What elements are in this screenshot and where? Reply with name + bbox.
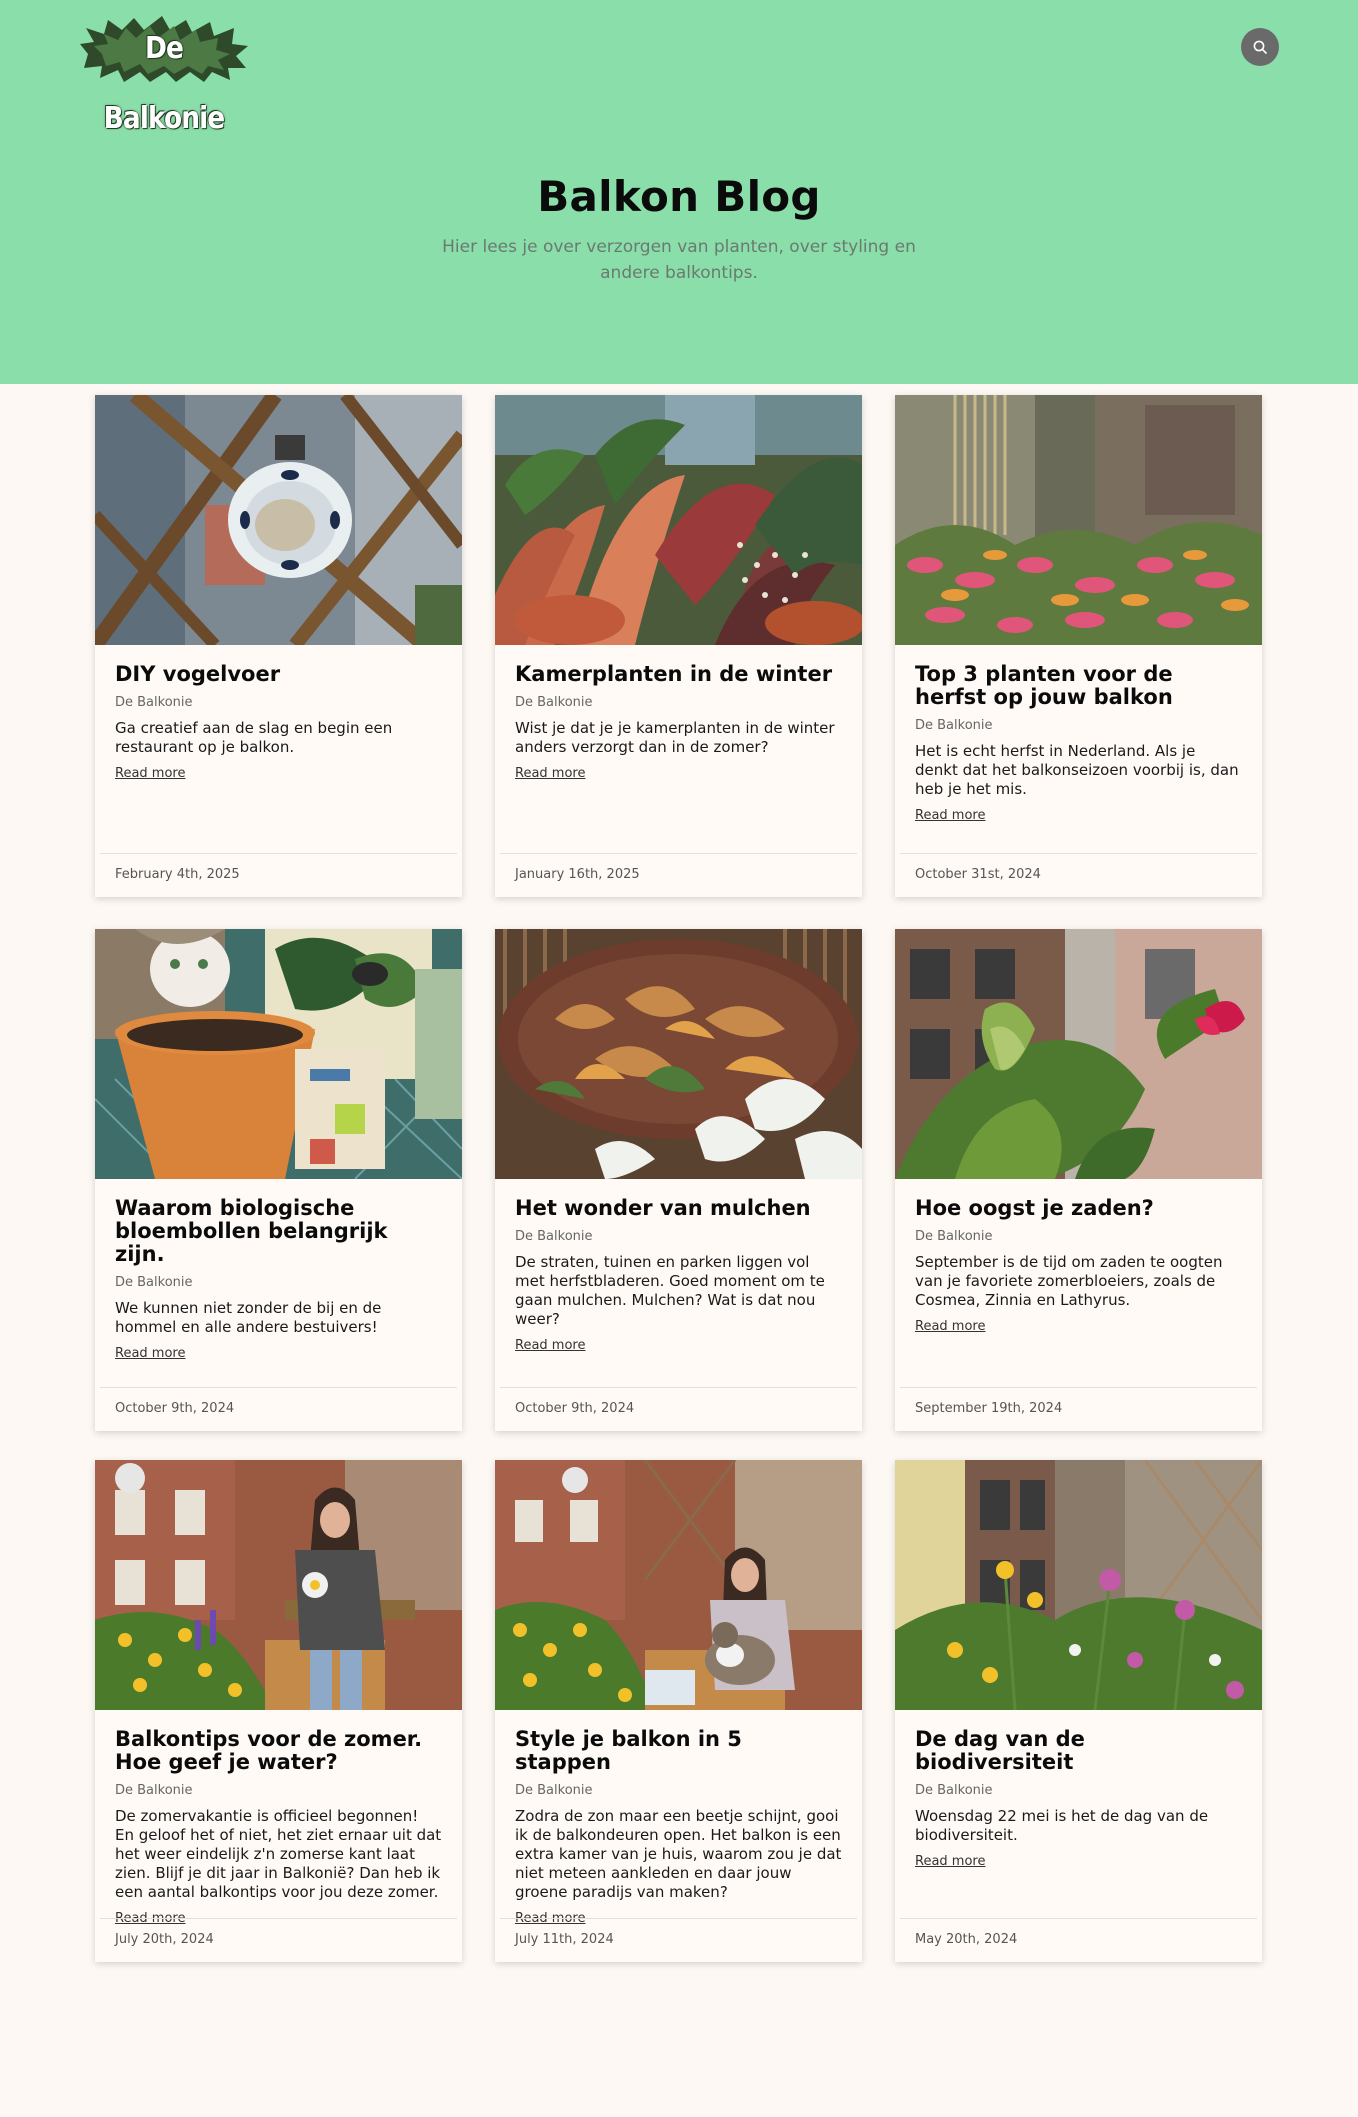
hero-banner: De Balkonie Balkon Blog Hier lees je ove… [0,0,1358,384]
post-title[interactable]: Style je balkon in 5 stappen [515,1728,842,1774]
post-title[interactable]: Het wonder van mulchen [515,1197,842,1220]
flower-bulbs-photo [95,929,462,1179]
post-image[interactable] [895,1460,1262,1710]
balcony-with-cat-photo [495,1460,862,1710]
post-date: October 9th, 2024 [115,1401,235,1416]
post-excerpt: Wist je dat je je kamerplanten in de win… [515,719,835,756]
search-button[interactable] [1241,28,1279,66]
autumn-plants-photo [895,395,1262,645]
post-title[interactable]: Waarom biologische bloembollen belangrij… [115,1197,442,1266]
card-footer: October 9th, 2024 [100,1387,457,1431]
post-title[interactable]: De dag van de biodiversiteit [915,1728,1242,1774]
post-excerpt: September is de tijd om zaden te oogten … [915,1253,1223,1309]
post-image[interactable] [495,1460,862,1710]
read-more-link[interactable]: Read more [915,1854,985,1869]
post-date: February 4th, 2025 [115,867,240,882]
read-more-link[interactable]: Read more [915,1319,985,1334]
blog-card[interactable]: Top 3 planten voor de herfst op jouw bal… [895,395,1262,897]
post-date: July 20th, 2024 [115,1932,214,1947]
blog-card[interactable]: De dag van de biodiversiteit De Balkonie… [895,1460,1262,1962]
wildflowers-photo [895,1460,1262,1710]
post-title[interactable]: Balkontips voor de zomer. Hoe geef je wa… [115,1728,442,1774]
card-body: Kamerplanten in de winter De Balkonie Wi… [515,663,842,782]
read-more-link[interactable]: Read more [515,766,585,781]
page-title: Balkon Blog [537,172,821,221]
post-date: May 20th, 2024 [915,1932,1018,1947]
card-body: Het wonder van mulchen De Balkonie De st… [515,1197,842,1354]
post-author: De Balkonie [515,695,593,710]
post-image[interactable] [95,929,462,1179]
blog-card[interactable]: Style je balkon in 5 stappen De Balkonie… [495,1460,862,1962]
houseplants-photo [495,395,862,645]
blog-card[interactable]: Waarom biologische bloembollen belangrij… [95,929,462,1431]
card-footer: January 16th, 2025 [500,853,857,897]
card-footer: February 4th, 2025 [100,853,457,897]
logo-text: De Balkonie [103,31,226,136]
post-image[interactable] [95,395,462,645]
page-subtitle: Hier lees je over verzorgen van planten,… [442,237,916,283]
card-body: Style je balkon in 5 stappen De Balkonie… [515,1728,842,1927]
watering-balcony-photo [95,1460,462,1710]
post-image[interactable] [495,395,862,645]
post-author: De Balkonie [515,1229,593,1244]
post-title[interactable]: Hoe oogst je zaden? [915,1197,1242,1220]
blog-card[interactable]: Kamerplanten in de winter De Balkonie Wi… [495,395,862,897]
card-body: Balkontips voor de zomer. Hoe geef je wa… [115,1728,442,1927]
post-image[interactable] [895,929,1262,1179]
search-icon [1253,40,1267,54]
post-date: September 19th, 2024 [915,1401,1063,1416]
card-footer: May 20th, 2024 [900,1918,1257,1962]
card-body: DIY vogelvoer De Balkonie Ga creatief aa… [115,663,442,782]
post-excerpt: De zomervakantie is officieel begonnen! … [115,1807,442,1901]
post-image[interactable] [895,395,1262,645]
post-author: De Balkonie [115,1783,193,1798]
post-author: De Balkonie [115,1275,193,1290]
post-author: De Balkonie [515,1783,593,1798]
card-footer: July 11th, 2024 [500,1918,857,1962]
card-footer: October 31st, 2024 [900,853,1257,897]
card-body: De dag van de biodiversiteit De Balkonie… [915,1728,1242,1870]
post-image[interactable] [495,929,862,1179]
post-excerpt: Woensdag 22 mei is het de dag van de bio… [915,1807,1209,1844]
post-date: October 9th, 2024 [515,1401,635,1416]
blog-card[interactable]: Balkontips voor de zomer. Hoe geef je wa… [95,1460,462,1962]
read-more-link[interactable]: Read more [915,808,985,823]
card-footer: October 9th, 2024 [500,1387,857,1431]
card-body: Top 3 planten voor de herfst op jouw bal… [915,663,1242,824]
post-author: De Balkonie [915,718,993,733]
blog-card[interactable]: Hoe oogst je zaden? De Balkonie Septembe… [895,929,1262,1431]
card-footer: July 20th, 2024 [100,1918,457,1962]
card-body: Waarom biologische bloembollen belangrij… [115,1197,442,1362]
mulch-leaves-photo [495,929,862,1179]
post-author: De Balkonie [115,695,193,710]
read-more-link[interactable]: Read more [115,766,185,781]
card-footer: September 19th, 2024 [900,1387,1257,1431]
post-excerpt: Het is echt herfst in Nederland. Als je … [915,742,1239,798]
blog-card[interactable]: Het wonder van mulchen De Balkonie De st… [495,929,862,1431]
seed-pod-photo [895,929,1262,1179]
post-excerpt: Ga creatief aan de slag en begin een res… [115,719,393,756]
post-excerpt: We kunnen niet zonder de bij en de homme… [115,1299,382,1336]
site-logo[interactable]: De Balkonie [78,14,250,136]
post-title[interactable]: Top 3 planten voor de herfst op jouw bal… [915,663,1242,709]
card-body: Hoe oogst je zaden? De Balkonie Septembe… [915,1197,1242,1335]
post-date: January 16th, 2025 [515,867,640,882]
post-image[interactable] [95,1460,462,1710]
post-excerpt: Zodra de zon maar een beetje schijnt, go… [515,1807,842,1901]
post-title[interactable]: DIY vogelvoer [115,663,442,686]
post-date: July 11th, 2024 [515,1932,614,1947]
post-excerpt: De straten, tuinen en parken liggen vol … [515,1253,825,1328]
post-date: October 31st, 2024 [915,867,1041,882]
post-author: De Balkonie [915,1783,993,1798]
read-more-link[interactable]: Read more [515,1338,585,1353]
read-more-link[interactable]: Read more [115,1346,185,1361]
blog-card[interactable]: DIY vogelvoer De Balkonie Ga creatief aa… [95,395,462,897]
bird-feeder-photo [95,395,462,645]
post-title[interactable]: Kamerplanten in de winter [515,663,842,686]
post-author: De Balkonie [915,1229,993,1244]
